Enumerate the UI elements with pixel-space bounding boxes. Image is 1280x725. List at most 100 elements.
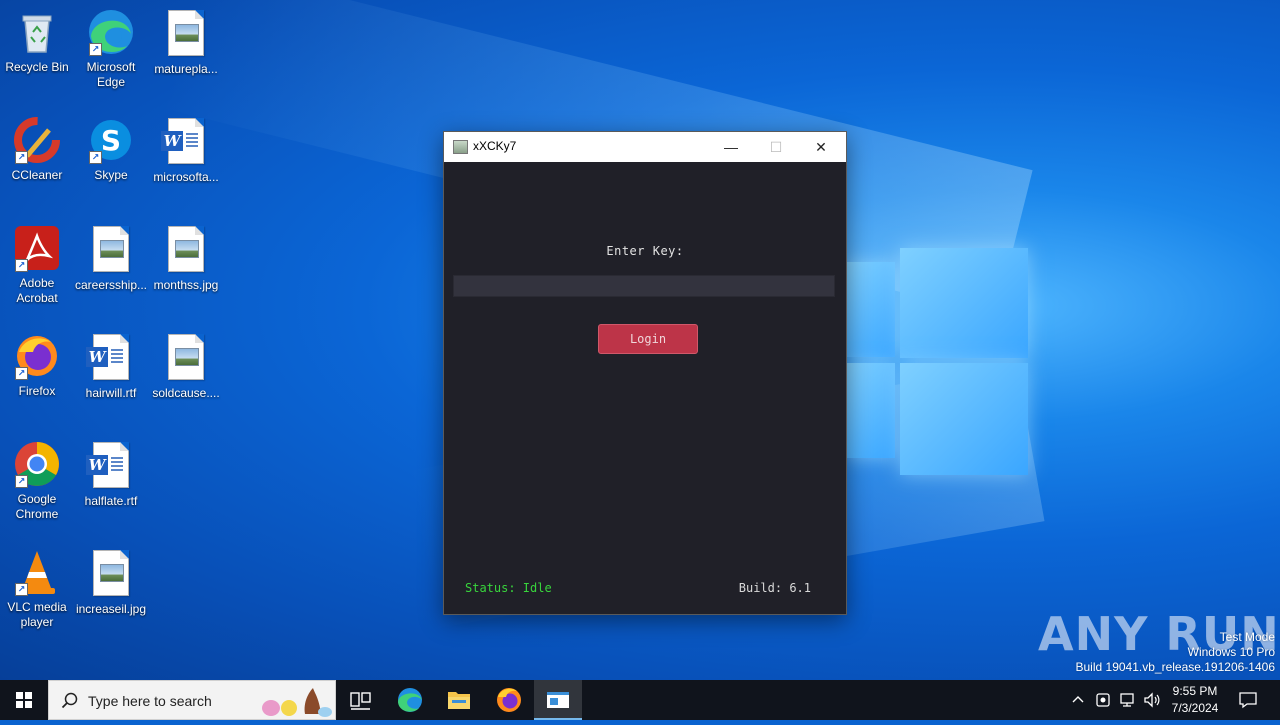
taskbar-edge-button[interactable]: [386, 680, 434, 720]
login-button[interactable]: Login: [598, 324, 698, 354]
google-chrome-icon: ↗: [13, 440, 61, 488]
icon-label: monthss.jpg: [153, 278, 219, 292]
edge-icon: [398, 688, 422, 712]
task-view-button[interactable]: [336, 680, 384, 720]
edge-icon: ↗: [87, 8, 135, 56]
desktop-icon-firefox[interactable]: ↗ Firefox: [0, 332, 74, 399]
minimize-button[interactable]: —: [708, 132, 754, 162]
image-file-icon: [162, 226, 210, 274]
desktop-icon-maturepla[interactable]: maturepla...: [149, 8, 223, 77]
svg-text:S: S: [101, 124, 121, 157]
logo-pane: [845, 363, 895, 458]
desktop-icon-microsofta[interactable]: W microsofta...: [149, 116, 223, 185]
build-version: Build: 6.1: [738, 581, 811, 595]
icon-label: halflate.rtf: [84, 494, 138, 508]
volume-icon[interactable]: [1143, 691, 1161, 709]
firefox-icon: ↗: [13, 332, 61, 380]
shortcut-arrow-icon: ↗: [15, 583, 28, 596]
desktop-icon-ccleaner[interactable]: ↗ CCleaner: [0, 116, 74, 183]
logo-pane: [845, 262, 895, 357]
clock-time[interactable]: 9:55 PM: [1166, 684, 1224, 698]
image-file-icon: [162, 334, 210, 382]
app-window-icon: [547, 692, 569, 708]
icon-label: maturepla...: [154, 62, 218, 76]
icon-label: VLC media player: [7, 600, 67, 629]
shortcut-arrow-icon: ↗: [15, 475, 28, 488]
shortcut-arrow-icon: ↗: [15, 367, 28, 380]
taskbar-file-explorer-button[interactable]: [435, 680, 483, 720]
skype-icon: S ↗: [87, 116, 135, 164]
notifications-icon[interactable]: [1238, 691, 1258, 709]
app-window: xXCKy7 — ☐ ✕ Enter Key: Login Status: Id…: [443, 131, 847, 615]
logo-pane: [900, 363, 1028, 475]
icon-label: Firefox: [18, 384, 56, 398]
search-placeholder: Type here to search: [88, 693, 212, 709]
icon-label: Recycle Bin: [5, 60, 69, 74]
shortcut-arrow-icon: ↗: [89, 151, 102, 164]
desktop-icon-increaseil[interactable]: increaseil.jpg: [74, 548, 148, 617]
app-window-icon: [453, 140, 468, 154]
window-titlebar[interactable]: xXCKy7 — ☐ ✕: [444, 132, 846, 162]
image-file-icon: [87, 550, 135, 598]
key-input[interactable]: [453, 275, 835, 297]
word-document-icon: W: [161, 118, 210, 166]
icon-label: hairwill.rtf: [85, 386, 137, 400]
desktop-icon-monthss[interactable]: monthss.jpg: [149, 224, 223, 293]
taskbar: Type here to search 9:55 PM 7/3/2024: [0, 680, 1280, 720]
desktop-icon-google-chrome[interactable]: ↗ Google Chrome: [0, 440, 74, 522]
icon-label: Skype: [94, 168, 128, 182]
recycle-bin-icon: [13, 8, 61, 56]
firefox-icon: [497, 688, 521, 712]
vlc-icon: ↗: [13, 548, 61, 596]
shortcut-arrow-icon: ↗: [89, 43, 102, 56]
network-icon[interactable]: [1119, 691, 1137, 709]
status-text: Status: Idle: [465, 581, 552, 595]
shortcut-arrow-icon: ↗: [15, 259, 28, 272]
word-document-icon: W: [86, 334, 135, 382]
icon-label: careersship...: [74, 278, 148, 292]
desktop-icon-soldcause[interactable]: soldcause....: [149, 332, 223, 401]
adobe-acrobat-icon: ↗: [13, 224, 61, 272]
logo-pane: [900, 248, 1028, 358]
icon-label: Google Chrome: [15, 492, 59, 521]
desktop-icon-hairwill[interactable]: W hairwill.rtf: [74, 332, 148, 401]
clock-date[interactable]: 7/3/2024: [1166, 701, 1224, 715]
ccleaner-icon: ↗: [13, 116, 61, 164]
desktop-icon-vlc[interactable]: ↗ VLC media player: [0, 548, 74, 630]
shortcut-arrow-icon: ↗: [15, 151, 28, 164]
desktop-icon-adobe-acrobat[interactable]: ↗ Adobe Acrobat: [0, 224, 74, 306]
search-icon: [61, 692, 78, 709]
icon-label: Microsoft Edge: [86, 60, 136, 89]
watermark-line: Build 19041.vb_release.191206-1406: [1075, 660, 1276, 674]
enter-key-label: Enter Key:: [606, 244, 684, 258]
windows-start-icon: [16, 692, 32, 708]
desktop-icon-recycle-bin[interactable]: Recycle Bin: [0, 8, 74, 75]
close-button[interactable]: ✕: [798, 132, 844, 162]
start-button[interactable]: [0, 680, 48, 720]
image-file-icon: [87, 226, 135, 274]
icon-label: increaseil.jpg: [75, 602, 147, 616]
icon-label: Adobe Acrobat: [16, 276, 58, 305]
taskbar-search-box[interactable]: Type here to search: [48, 680, 336, 720]
desktop-icon-skype[interactable]: S ↗ Skype: [74, 116, 148, 183]
folder-icon: [448, 692, 470, 709]
easter-search-highlight-icon: [262, 688, 332, 717]
desktop-icon-microsoft-edge[interactable]: ↗ Microsoft Edge: [74, 8, 148, 90]
tray-app-icon[interactable]: [1095, 691, 1111, 709]
desktop-icon-careersship[interactable]: careersship...: [74, 224, 148, 293]
taskbar-firefox-button[interactable]: [485, 680, 533, 720]
icon-label: microsofta...: [153, 170, 219, 184]
image-file-icon: [162, 10, 210, 58]
task-view-icon: [350, 692, 371, 710]
icon-label: soldcause....: [152, 386, 220, 400]
desktop-icon-halflate[interactable]: W halflate.rtf: [74, 440, 148, 509]
show-hidden-icons-chevron-icon[interactable]: [1070, 692, 1086, 708]
word-document-icon: W: [86, 442, 135, 490]
watermark-line: Windows 10 Pro: [1187, 645, 1275, 659]
os-watermark: Test Mode Windows 10 Pro Build 19041.vb_…: [1076, 630, 1276, 675]
maximize-button[interactable]: ☐: [753, 132, 799, 162]
taskbar-app-window-button[interactable]: [534, 680, 582, 720]
icon-label: CCleaner: [11, 168, 63, 182]
windows-wallpaper-logo: [845, 240, 1030, 480]
watermark-line: Test Mode: [1219, 630, 1275, 644]
